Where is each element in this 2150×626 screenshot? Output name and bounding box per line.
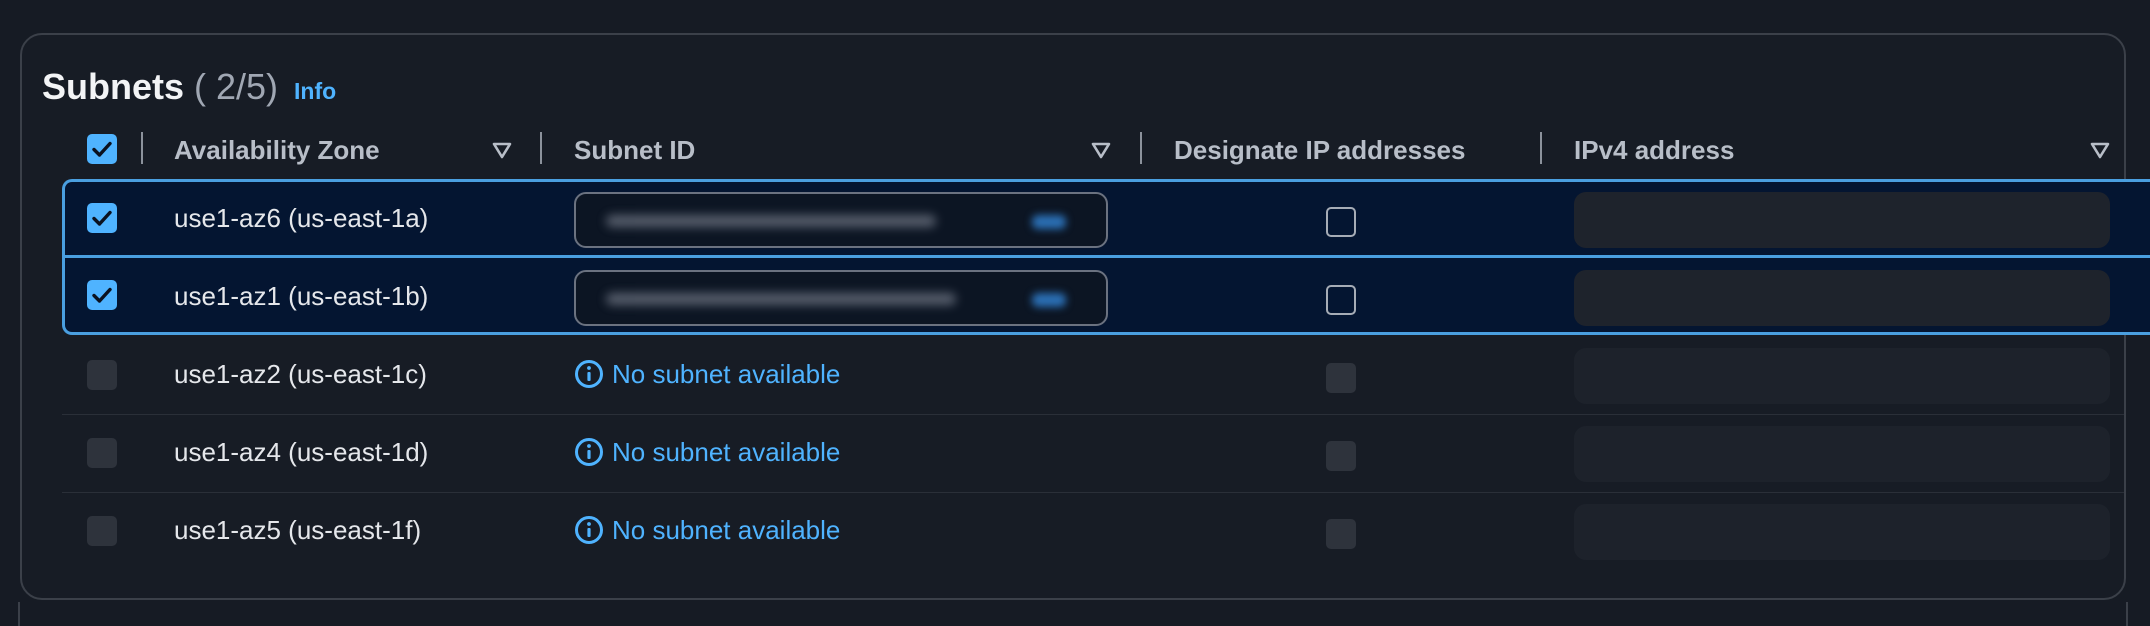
row-checkbox: [87, 516, 117, 546]
ipv4-address-input: [1574, 504, 2110, 560]
column-header-ipv4-address[interactable]: IPv4 address: [1574, 135, 1734, 165]
row-checkbox: [87, 360, 117, 390]
availability-zone-label: use1-az6 (us-east-1a): [174, 203, 429, 233]
info-link[interactable]: Info: [294, 78, 336, 105]
column-separator: [141, 132, 143, 164]
row-divider: [62, 414, 2124, 415]
column-separator: [540, 132, 542, 164]
selected-row-divider: [62, 255, 2150, 258]
row-divider: [62, 492, 2124, 493]
designate-ip-checkbox: [1326, 363, 1356, 393]
info-circle-icon: [575, 360, 603, 388]
column-separator: [1140, 132, 1142, 164]
column-header-subnet-id[interactable]: Subnet ID: [574, 135, 695, 165]
subnet-id-select[interactable]: [574, 192, 1108, 248]
designate-ip-checkbox: [1326, 441, 1356, 471]
no-subnet-text: No subnet available: [612, 515, 841, 545]
row-checkbox: [87, 438, 117, 468]
info-circle-icon: [575, 516, 603, 544]
column-header-designate-ip: Designate IP addresses: [1174, 135, 1466, 165]
designate-ip-checkbox: [1326, 519, 1356, 549]
availability-zone-label: use1-az1 (us-east-1b): [174, 281, 429, 311]
column-header-availability-zone[interactable]: Availability Zone: [174, 135, 380, 165]
ipv4-address-input[interactable]: [1574, 270, 2110, 326]
panel-title: Subnets: [42, 66, 185, 107]
panel-header: Subnets ( 2/5) Info: [42, 66, 336, 108]
no-subnet-text: No subnet available: [612, 437, 841, 467]
subnet-id-select[interactable]: [574, 270, 1108, 326]
select-all-checkbox[interactable]: [87, 134, 117, 164]
designate-ip-checkbox[interactable]: [1326, 285, 1356, 315]
sort-caret-down-icon[interactable]: [2089, 139, 2111, 161]
subnet-id-chip-redacted: [1032, 215, 1066, 229]
checkmark-icon: [92, 210, 112, 226]
ipv4-address-input: [1574, 348, 2110, 404]
subnet-id-value-redacted: [606, 215, 936, 227]
checkmark-icon: [92, 287, 112, 303]
row-checkbox[interactable]: [87, 203, 117, 233]
selection-count: ( 2/5): [194, 66, 279, 107]
panel-bottom-edge: [18, 602, 2128, 626]
subnet-id-value-redacted: [606, 293, 956, 305]
info-circle-icon: [575, 438, 603, 466]
sort-caret-down-icon[interactable]: [1090, 139, 1112, 161]
no-subnet-message: No subnet available: [574, 437, 840, 467]
column-separator: [1540, 132, 1542, 164]
ipv4-address-input: [1574, 426, 2110, 482]
availability-zone-label: use1-az5 (us-east-1f): [174, 515, 422, 545]
no-subnet-text: No subnet available: [612, 359, 841, 389]
sort-caret-down-icon[interactable]: [491, 139, 513, 161]
availability-zone-label: use1-az4 (us-east-1d): [174, 437, 429, 467]
ipv4-address-input[interactable]: [1574, 192, 2110, 248]
availability-zone-label: use1-az2 (us-east-1c): [174, 359, 427, 389]
subnet-id-chip-redacted: [1032, 293, 1066, 307]
designate-ip-checkbox[interactable]: [1326, 207, 1356, 237]
checkmark-icon: [92, 141, 112, 157]
row-checkbox[interactable]: [87, 280, 117, 310]
no-subnet-message: No subnet available: [574, 515, 840, 545]
no-subnet-message: No subnet available: [574, 359, 840, 389]
